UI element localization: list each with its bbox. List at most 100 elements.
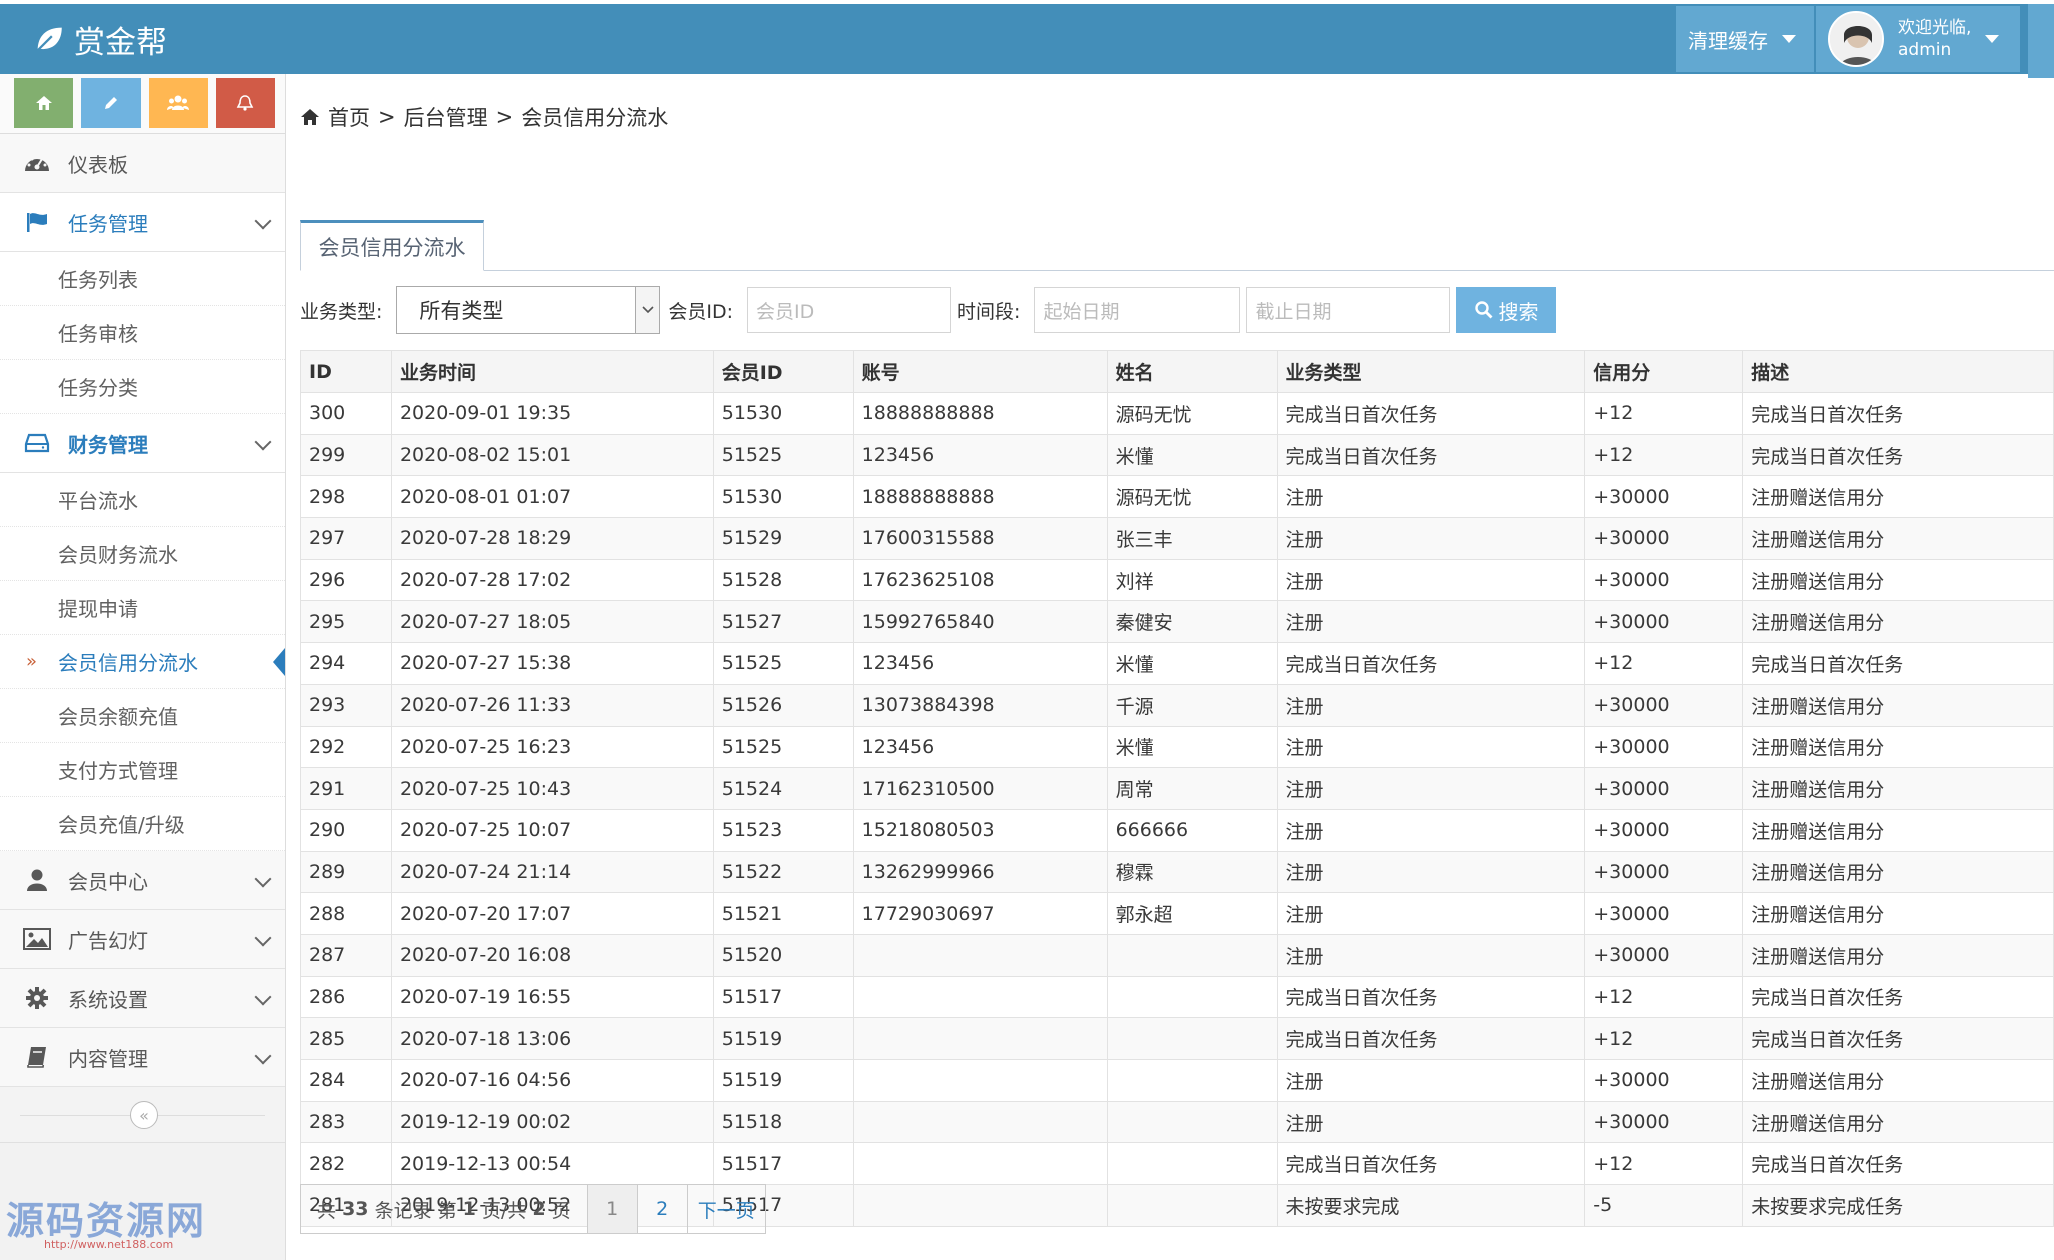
column-header: 账号	[852, 350, 1108, 393]
table-cell	[852, 1184, 1108, 1227]
sidebar-item-withdraw-request[interactable]: 提现申请	[0, 581, 285, 635]
search-button[interactable]: 搜索	[1456, 287, 1557, 333]
table-cell: 注册	[1276, 600, 1586, 644]
tab-member-credit-flow[interactable]: 会员信用分流水	[300, 220, 484, 271]
table-row[interactable]: 282 2019-12-13 00:54 51517 完成当日首次任务 +12 完成当日首…	[300, 1142, 2054, 1186]
bell-shortcut-button[interactable]	[215, 78, 275, 128]
collapse-sidebar-button[interactable]: «	[130, 1101, 158, 1129]
table-row[interactable]: 292 2020-07-25 16:23 51525 123456 米懂 注册 +30000…	[300, 725, 2054, 769]
table-cell: 源码无忧	[1106, 475, 1278, 519]
table-cell: 注册	[1276, 808, 1586, 852]
table-cell	[1106, 933, 1278, 977]
sidebar-item-task-review[interactable]: 任务审核	[0, 306, 285, 360]
sidebar-item-platform-flow[interactable]: 平台流水	[0, 473, 285, 527]
sidebar-item-system-settings[interactable]: 系统设置	[0, 969, 285, 1028]
table-cell: 完成当日首次任务	[1276, 1017, 1586, 1060]
table-row[interactable]: 291 2020-07-25 10:43 51524 17162310500 周常 注册 +…	[300, 767, 2054, 810]
table-row[interactable]: 288 2020-07-20 17:07 51521 17729030697 郭永超 注册…	[300, 892, 2054, 935]
sidebar-item-dashboard[interactable]: 仪表板	[0, 134, 285, 193]
sidebar-item-member-recharge-upgrade[interactable]: 会员充值/升级	[0, 797, 285, 851]
home-shortcut-button[interactable]	[14, 78, 74, 128]
table-cell: 298	[300, 475, 392, 519]
table-cell	[852, 975, 1108, 1019]
table-cell: 千源	[1106, 683, 1278, 727]
breadcrumb-separator: >	[495, 105, 514, 129]
table-cell: 290	[300, 808, 392, 852]
clear-cache-label: 清理缓存	[1688, 28, 1768, 53]
table-row[interactable]: 295 2020-07-27 18:05 51527 15992765840 秦健安 注册…	[300, 600, 2054, 644]
table-row[interactable]: 294 2020-07-27 15:38 51525 123456 米懂 完成当日首次任务…	[300, 642, 2054, 685]
table-cell: 完成当日首次任务	[1742, 392, 2054, 435]
table-cell: 123456	[852, 642, 1108, 685]
table-cell: 2020-07-20 17:07	[390, 892, 714, 935]
table-cell: 51522	[712, 850, 854, 894]
sidebar-item-member-balance-recharge[interactable]: 会员余额充值	[0, 689, 285, 743]
sidebar-item-member-center[interactable]: 会员中心	[0, 851, 285, 910]
watermark: 源码资源网	[6, 1199, 207, 1243]
sidebar-item-finance-management[interactable]: 财务管理	[0, 414, 285, 473]
table-cell: 295	[300, 600, 392, 644]
table-cell: 51521	[712, 892, 854, 935]
table-cell: 2020-07-19 16:55	[390, 975, 714, 1019]
double-chevron-left-icon: «	[139, 1105, 149, 1125]
table-body: 300 2020-09-01 19:35 51530 18888888888 源码无忧完…	[300, 392, 2054, 1227]
sidebar-item-ads[interactable]: 广告幻灯	[0, 910, 285, 969]
column-header: 业务时间	[390, 350, 714, 393]
table-row[interactable]: 299 2020-08-02 15:01 51525 123456 米懂 完成当日首次任务…	[300, 433, 2054, 477]
table-row[interactable]: 289 2020-07-24 21:14 51522 13262999966 穆霖 注册 +…	[300, 850, 2054, 894]
sidebar-item-task-category[interactable]: 任务分类	[0, 360, 285, 414]
column-header: 业务类型	[1276, 350, 1586, 393]
table-cell: 米懂	[1106, 642, 1278, 685]
table-cell: -5	[1584, 1184, 1744, 1227]
page-2-button[interactable]: 2	[636, 1185, 687, 1233]
page-1-button[interactable]: 1	[586, 1185, 637, 1233]
sidebar-item-task-management[interactable]: 任务管理	[0, 193, 285, 252]
sidebar-item-payment-methods[interactable]: 支付方式管理	[0, 743, 285, 797]
type-select[interactable]: 所有类型	[396, 286, 661, 334]
breadcrumb-admin[interactable]: 后台管理	[404, 102, 488, 132]
table-row[interactable]: 296 2020-07-28 17:02 51528 17623625108 刘祥 注册 +…	[300, 558, 2054, 602]
table-row[interactable]: 286 2020-07-19 16:55 51517 完成当日首次任务 +12 完成当日首…	[300, 975, 2054, 1019]
table-row[interactable]: 290 2020-07-25 10:07 51523 15218080503 66666…	[300, 808, 2054, 852]
table-cell: 刘祥	[1106, 558, 1278, 602]
table-row[interactable]: 284 2020-07-16 04:56 51519 注册 +30000 注册赠送信用分	[300, 1059, 2054, 1102]
table-cell: 完成当日首次任务	[1742, 975, 2054, 1019]
table-cell: 13262999966	[852, 850, 1108, 894]
table-row[interactable]: 283 2019-12-19 00:02 51518 注册 +30000 注册赠送信用分	[300, 1100, 2054, 1144]
member-id-input[interactable]: 会员ID	[747, 287, 952, 333]
end-date-input[interactable]: 截止日期	[1246, 287, 1451, 333]
table-cell: 注册	[1276, 933, 1586, 977]
table-cell: 17623625108	[852, 558, 1108, 602]
filter-bar: 业务类型: 所有类型 会员ID: 会员ID 时间段: 起始日期 截止日期 搜索	[300, 286, 1557, 334]
sidebar-item-member-credit-flow[interactable]: » 会员信用分流水	[0, 635, 285, 689]
edit-shortcut-button[interactable]	[81, 78, 141, 128]
table-cell: 288	[300, 892, 392, 935]
table-cell	[1106, 1017, 1278, 1060]
table-row[interactable]: 297 2020-07-28 18:29 51529 17600315588 张三丰 注册…	[300, 517, 2054, 560]
table-row[interactable]: 300 2020-09-01 19:35 51530 18888888888 源码无忧完…	[300, 392, 2054, 435]
group-shortcut-button[interactable]	[148, 78, 208, 128]
table-cell: 2020-08-01 01:07	[390, 475, 714, 519]
table-cell: 282	[300, 1142, 392, 1186]
clear-cache-button[interactable]: 清理缓存	[1676, 6, 1814, 72]
start-date-input[interactable]: 起始日期	[1034, 287, 1241, 333]
table-row[interactable]: 287 2020-07-20 16:08 51520 注册 +30000 注册赠送信用分	[300, 933, 2054, 977]
user-menu[interactable]: 欢迎光临, admin	[1816, 6, 2020, 72]
sidebar-item-label: 仪表板	[68, 152, 128, 177]
next-page-button[interactable]: 下一页	[686, 1185, 765, 1233]
table-row[interactable]: 285 2020-07-18 13:06 51519 完成当日首次任务 +12 完成当日首…	[300, 1017, 2054, 1060]
brand[interactable]: 赏金帮	[32, 18, 167, 61]
table-row[interactable]: 298 2020-08-01 01:07 51530 18888888888 源码无忧注…	[300, 475, 2054, 519]
table-row[interactable]: 293 2020-07-26 11:33 51526 13073884398 千源 注册 +…	[300, 683, 2054, 727]
breadcrumb-home[interactable]: 首页	[328, 102, 370, 132]
username: admin	[1898, 40, 1952, 60]
table-cell: 283	[300, 1100, 392, 1144]
end-date-placeholder: 截止日期	[1255, 300, 1332, 323]
table-cell: 完成当日首次任务	[1276, 642, 1586, 685]
breadcrumb-current: 会员信用分流水	[521, 106, 669, 130]
sidebar-item-content-management[interactable]: 内容管理	[0, 1028, 285, 1087]
flag-icon	[22, 207, 52, 237]
sidebar-item-task-list[interactable]: 任务列表	[0, 252, 285, 306]
table-cell: +30000	[1584, 558, 1744, 602]
sidebar-item-member-finance-flow[interactable]: 会员财务流水	[0, 527, 285, 581]
